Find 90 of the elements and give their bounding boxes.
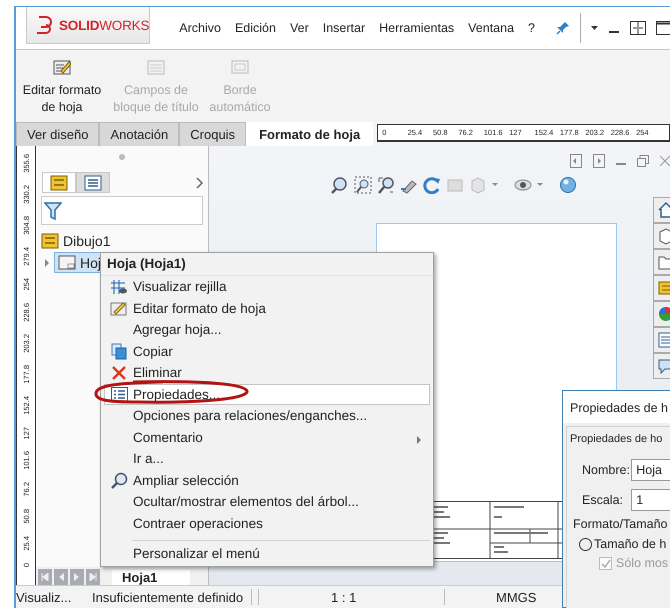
- tab[interactable]: Ver diseño: [16, 122, 100, 146]
- menu-item[interactable]: Edición: [228, 21, 283, 35]
- tile-left-icon[interactable]: [570, 154, 582, 168]
- menu-item[interactable]: Propiedades...: [104, 384, 430, 405]
- border-icon: [231, 58, 249, 76]
- menu-item[interactable]: Comentario: [104, 426, 430, 448]
- status-text: MMGS: [496, 590, 536, 604]
- task-pane-tab[interactable]: [653, 249, 670, 275]
- grid-eye-icon: [110, 278, 128, 295]
- collapsed-arrow-icon[interactable]: [44, 258, 50, 266]
- menu-item[interactable]: Insertar: [316, 21, 372, 35]
- pencil-sheet-icon: [110, 300, 128, 316]
- input-field[interactable]: Hoja: [631, 459, 670, 481]
- menu-item[interactable]: Visualizar rejilla: [104, 276, 430, 298]
- close-icon[interactable]: [660, 155, 670, 167]
- menu-item[interactable]: Agregar hoja...: [104, 319, 430, 340]
- menu-item[interactable]: Contraer operaciones: [104, 512, 430, 534]
- field-label: Escala:: [582, 493, 624, 507]
- task-pane-tab[interactable]: [653, 353, 670, 379]
- delete-icon: [111, 364, 127, 381]
- menu-item[interactable]: Copiar: [104, 340, 430, 362]
- menu-item[interactable]: Ampliar selección: [104, 470, 430, 491]
- rotate-icon[interactable]: [423, 176, 441, 194]
- panel-tab[interactable]: [76, 172, 110, 193]
- field-label: Nombre:: [582, 463, 631, 477]
- drawing-icon: [41, 233, 59, 249]
- zoom-fit-icon[interactable]: [331, 176, 349, 194]
- ribbon-button[interactable]: Editar formato de hoja: [16, 58, 108, 116]
- list-icon: [84, 174, 102, 190]
- last-icon: [89, 573, 97, 581]
- menu-title: Hoja (Hoja1): [101, 253, 433, 276]
- list-icon: [657, 331, 670, 349]
- status-text: Insuficientemente definido: [92, 590, 244, 604]
- menu-item[interactable]: Opciones para relaciones/enganches...: [104, 405, 430, 426]
- menu-item[interactable]: Eliminar: [104, 362, 430, 384]
- menu-item[interactable]: Personalizar el menú: [104, 543, 430, 564]
- menu-item[interactable]: Ventana: [461, 21, 522, 35]
- section-title: Propiedades de ho: [569, 432, 664, 445]
- zoom-box-icon[interactable]: [377, 176, 395, 194]
- tab[interactable]: Anotación: [99, 122, 180, 146]
- tree-item[interactable]: Dibujo1: [63, 233, 110, 249]
- speech-bubble-icon: [657, 357, 670, 375]
- previous-icon: [57, 573, 65, 581]
- pin-icon[interactable]: [556, 21, 570, 35]
- zoom-area-icon[interactable]: [354, 176, 372, 194]
- logo-text: SOLIDWORKS: [59, 18, 150, 32]
- input-field[interactable]: 1: [631, 489, 670, 511]
- home-icon: [657, 201, 670, 219]
- magnifier-icon: [110, 472, 128, 489]
- check-icon: [600, 558, 610, 568]
- filter-field[interactable]: [41, 196, 203, 225]
- restore-icon[interactable]: [637, 155, 649, 167]
- funnel-icon: [44, 200, 62, 220]
- panel-tab[interactable]: [42, 172, 76, 193]
- sphere-icon[interactable]: [559, 176, 577, 194]
- menu-item[interactable]: Ocultar/mostrar elementos del árbol...: [104, 491, 430, 512]
- status-text: Visualiz...: [16, 590, 72, 604]
- menu-item[interactable]: Herramientas: [372, 21, 462, 35]
- sheet-tab[interactable]: Hoja1: [112, 570, 190, 585]
- copy-icon: [111, 342, 127, 360]
- properties-list-icon: [110, 386, 128, 402]
- menu-item[interactable]: Editar formato de hoja: [104, 298, 430, 319]
- tile-right-icon[interactable]: [593, 154, 605, 168]
- tab[interactable]: Formato de hoja: [246, 122, 374, 146]
- tab[interactable]: Croquis: [179, 122, 246, 146]
- task-pane-tab[interactable]: [653, 327, 670, 353]
- menu-item[interactable]: Archivo: [172, 21, 228, 35]
- tree-icon: [50, 174, 68, 190]
- menu-item[interactable]: ?: [521, 21, 542, 35]
- first-icon: [41, 573, 49, 581]
- title-block-icon: [147, 58, 165, 76]
- radio-button[interactable]: Tamaño de h: [579, 537, 666, 551]
- menu-item[interactable]: Ver: [282, 21, 316, 35]
- maximize-icon[interactable]: [656, 21, 670, 35]
- tree-icon: [657, 279, 670, 297]
- sheet-icon: [58, 255, 76, 270]
- dialog-title: Propiedades de h: [563, 391, 670, 423]
- pencil-sheet-icon: [53, 58, 71, 76]
- split-window-icon[interactable]: [630, 21, 646, 35]
- next-icon: [73, 573, 81, 581]
- task-pane-tab[interactable]: [653, 301, 670, 327]
- menu-item[interactable]: Ir a...: [104, 448, 430, 470]
- task-pane-tab[interactable]: [653, 275, 670, 301]
- caret-icon[interactable]: [591, 26, 598, 30]
- chevron-right-icon[interactable]: [196, 176, 204, 188]
- status-text: 1 : 1: [331, 590, 358, 604]
- logo[interactable]: SOLIDWORKS: [26, 7, 150, 44]
- task-pane-tab[interactable]: [653, 223, 670, 249]
- group-label: Formato/Tamaño: [573, 517, 670, 531]
- task-pane-tab[interactable]: [653, 197, 670, 223]
